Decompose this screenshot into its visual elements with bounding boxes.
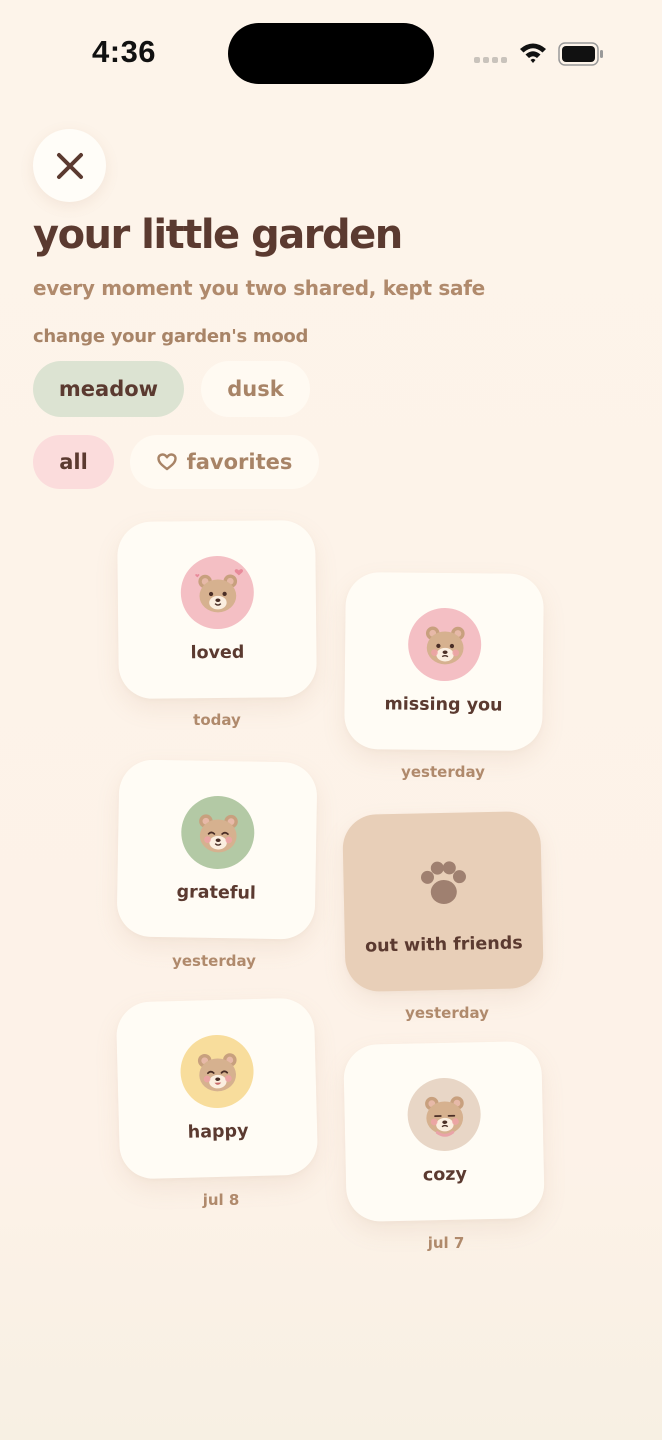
battery-icon <box>558 42 603 66</box>
bear-hearts-icon <box>180 555 255 630</box>
moment-date: yesterday <box>401 763 485 781</box>
moment-date: today <box>193 711 241 729</box>
heart-icon <box>156 453 177 471</box>
bear-happy-icon <box>179 1034 255 1109</box>
filter-chip-favorites-label: favorites <box>186 450 293 474</box>
moment-date: jul 8 <box>202 1191 240 1209</box>
status-time: 4:36 <box>92 34 157 69</box>
moment-card-out-with-friends[interactable]: out with friends <box>342 810 544 993</box>
moment-label: cozy <box>422 1164 468 1186</box>
bear-smile-icon <box>180 795 255 870</box>
moment-card-cozy[interactable]: cozy <box>343 1040 545 1223</box>
moment-card-grateful[interactable]: grateful <box>116 759 318 940</box>
moment-card-loved[interactable]: loved <box>117 519 317 700</box>
moment-card-missing-you[interactable]: missing you <box>344 571 544 752</box>
mood-chip-dusk[interactable]: dusk <box>201 361 310 417</box>
bear-sleepy-icon <box>406 1077 482 1152</box>
close-icon <box>56 152 83 179</box>
dynamic-island <box>228 23 434 84</box>
bear-blush-icon <box>407 607 482 682</box>
page-subtitle: every moment you two shared, kept safe <box>33 276 485 300</box>
moment-label: happy <box>187 1121 249 1143</box>
page-title: your little garden <box>33 212 403 258</box>
cellular-signal-icon <box>474 57 508 65</box>
moment-label: grateful <box>176 882 257 904</box>
moment-label: missing you <box>384 694 503 716</box>
paw-icon <box>406 847 481 922</box>
wifi-icon <box>520 43 546 63</box>
status-bar: 4:36 <box>0 0 662 100</box>
moment-card-happy[interactable]: happy <box>115 997 319 1180</box>
filter-chip-all[interactable]: all <box>33 435 114 489</box>
moment-label: out with friends <box>364 933 523 957</box>
close-button[interactable] <box>33 129 106 202</box>
moment-date: jul 7 <box>427 1234 465 1252</box>
filter-chip-favorites[interactable]: favorites <box>130 435 319 489</box>
moment-label: loved <box>190 642 245 664</box>
mood-label: change your garden's mood <box>33 326 309 347</box>
mood-chip-meadow[interactable]: meadow <box>33 361 184 417</box>
moment-date: yesterday <box>405 1004 489 1022</box>
moment-date: yesterday <box>172 952 256 970</box>
